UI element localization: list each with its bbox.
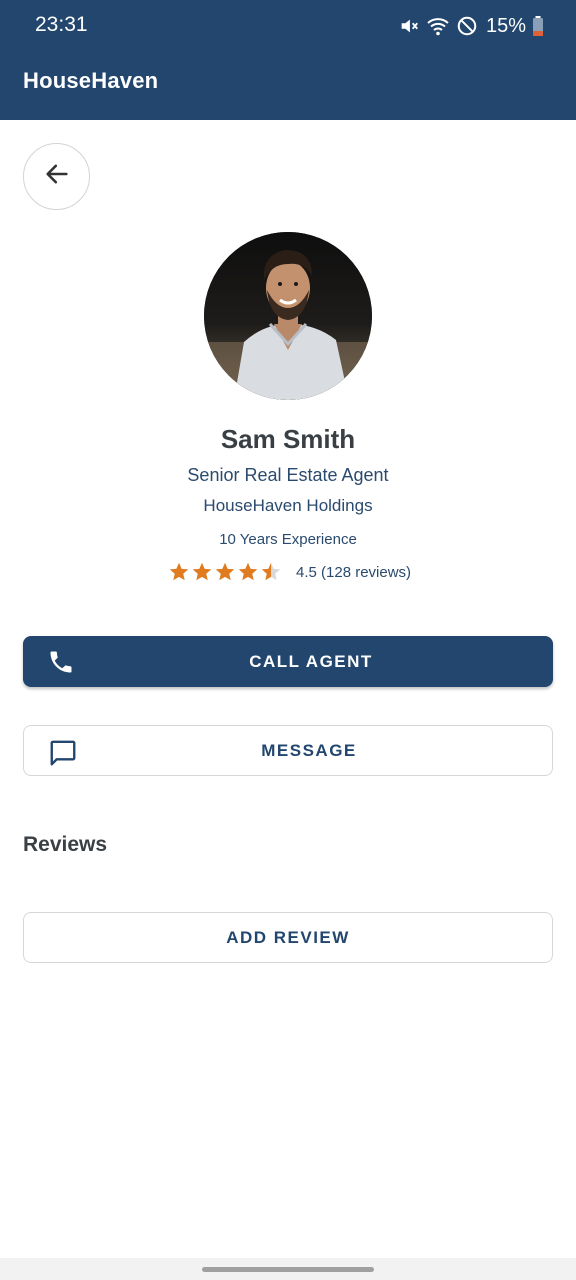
rating-stars xyxy=(168,561,282,583)
status-bar: 23:31 15% xyxy=(0,0,576,52)
back-button[interactable] xyxy=(23,143,90,210)
rating-text: 4.5 (128 reviews) xyxy=(296,563,412,581)
star-half-icon xyxy=(261,562,281,581)
status-icons: 15% xyxy=(398,12,544,40)
agent-avatar xyxy=(204,232,372,400)
call-agent-button[interactable]: CALL AGENT xyxy=(23,636,553,687)
star-full-icon xyxy=(238,562,258,581)
star-full-icon xyxy=(215,562,235,581)
message-label: MESSAGE xyxy=(261,740,357,760)
home-indicator[interactable] xyxy=(202,1267,374,1272)
battery-icon xyxy=(532,15,544,37)
agent-rating: 4.5 (128 reviews) xyxy=(168,560,411,584)
add-review-label: ADD REVIEW xyxy=(226,927,350,947)
agent-name: Sam Smith xyxy=(220,424,356,454)
mute-icon xyxy=(398,15,420,37)
arrow-left-icon xyxy=(43,160,71,193)
agent-title: Senior Real Estate Agent xyxy=(187,465,389,485)
star-full-icon xyxy=(169,562,189,581)
agent-company: HouseHaven Holdings xyxy=(203,496,373,515)
system-nav-bar xyxy=(0,1258,576,1280)
status-time: 23:31 xyxy=(35,13,88,36)
do-not-disturb-icon xyxy=(456,15,478,37)
message-button[interactable]: MESSAGE xyxy=(23,725,553,776)
add-review-button[interactable]: ADD REVIEW xyxy=(23,912,553,963)
wifi-icon xyxy=(426,15,450,37)
app-title: HouseHaven xyxy=(23,68,159,93)
star-full-icon xyxy=(192,562,212,581)
call-agent-label: CALL AGENT xyxy=(249,651,373,671)
reviews-heading: Reviews xyxy=(23,833,108,856)
agent-experience: 10 Years Experience xyxy=(219,531,357,548)
app-header: 23:31 15% HouseHaven xyxy=(0,0,576,120)
battery-percent: 15% xyxy=(485,14,526,37)
